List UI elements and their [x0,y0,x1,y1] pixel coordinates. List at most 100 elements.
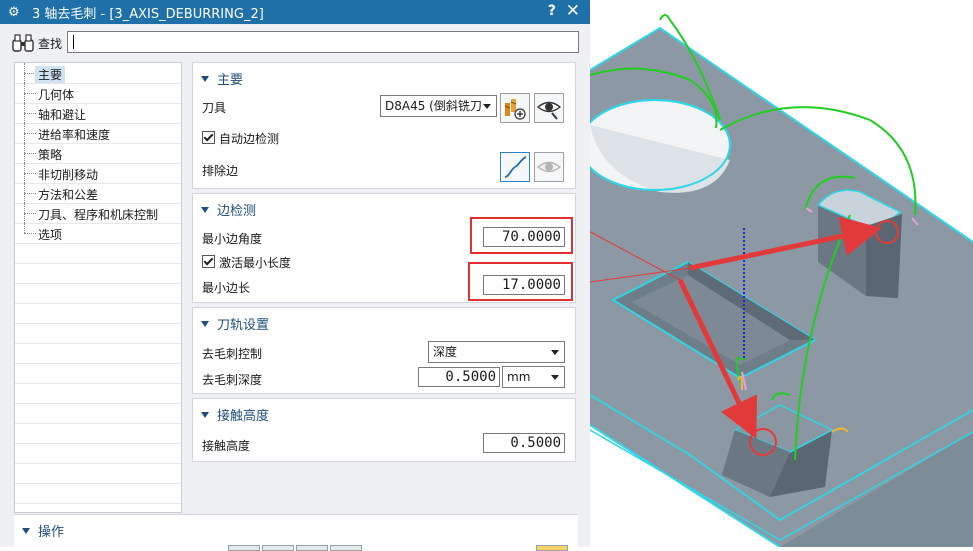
actions-title: 操作 [38,525,65,540]
auto-edge-label: 自动边检测 [219,132,280,146]
title-bar: ⚙ 3 轴去毛刺 - [3_AXIS_DEBURRING_2] ? ✕ [0,0,590,24]
min-length-label: 最小边长 [202,281,251,295]
nav-item-label: 非切削移动 [38,168,99,182]
group-contact-height: 接触高度 接触高度 0.5000 [192,398,576,462]
deburr-control-select[interactable]: 深度 [428,341,565,363]
group-edge-detection: 边检测 最小边角度 70.0000 激活最小长度 最小边长 17.0000 [192,193,576,303]
nav-item-label: 几何体 [38,88,75,102]
generate-button[interactable] [228,545,260,551]
new-tool-icon [504,99,526,120]
nav-empty-row [15,343,181,364]
nav-empty-row [15,283,181,304]
tree-branch [24,183,36,194]
deburring-dialog: ⚙ 3 轴去毛刺 - [3_AXIS_DEBURRING_2] ? ✕ 查找 主… [0,0,590,551]
verify-button[interactable] [296,545,328,551]
tree-branch [24,163,36,174]
contact-height-input[interactable]: 0.5000 [483,433,565,453]
tree-branch [24,123,36,134]
chevron-down-icon [483,104,491,109]
select-edge-button[interactable] [500,152,530,182]
group-toolpath-header[interactable]: 刀轨设置 [201,314,269,333]
group-contact-title: 接触高度 [217,409,270,424]
chevron-down-icon [551,350,559,355]
nav-item-strategy[interactable]: 策略 [15,143,181,164]
new-tool-button[interactable] [500,93,530,123]
tool-select-value: D8A45 (倒斜铣刀 [385,99,482,113]
group-edge-title: 边检测 [217,204,257,219]
activate-min-length-checkbox[interactable] [202,255,215,268]
auto-edge-checkbox[interactable] [202,131,215,144]
gear-icon: ⚙ [8,4,20,20]
nav-item-axis[interactable]: 轴和避让 [15,103,181,124]
tool-label: 刀具 [202,101,227,115]
exclude-edge-label: 排除边 [202,164,239,178]
search-label: 查找 [38,37,63,51]
part-model [590,14,973,547]
tree-branch [24,203,36,214]
deburr-control-label: 去毛刺控制 [202,347,263,361]
nav-empty-row [15,463,181,484]
nav-empty-row [15,443,181,464]
list-button[interactable] [330,545,362,551]
nav-empty-row [15,423,181,444]
nav-item-label: 进给率和速度 [38,128,111,142]
activate-min-length-label: 激活最小长度 [219,256,292,270]
highlight-box-length [468,262,573,301]
nav-empty-row [15,243,181,264]
nav-item-label: 轴和避让 [38,108,87,122]
binoculars-icon [12,34,34,52]
close-button[interactable]: ✕ [566,1,580,21]
nav-item-options[interactable]: 选项 [15,223,181,244]
help-button[interactable]: ? [548,3,556,19]
display-tool-button[interactable] [534,93,564,123]
collapse-triangle-icon [201,75,209,82]
display-edge-button[interactable] [534,152,564,182]
settings-panel: 主要 刀具 D8A45 (倒斜铣刀 自动边检测 排除边 边检测 最小边角度 70… [192,62,576,511]
tree-branch [24,223,36,234]
deburr-control-value: 深度 [433,345,458,359]
nav-empty-row [15,303,181,324]
nav-item-feeds[interactable]: 进给率和速度 [15,123,181,144]
collapse-triangle-icon [201,411,209,418]
group-toolpath-title: 刀轨设置 [217,318,270,333]
group-contact-header[interactable]: 接触高度 [201,405,269,424]
group-main: 主要 刀具 D8A45 (倒斜铣刀 自动边检测 排除边 [192,62,576,189]
tree-branch [24,103,36,114]
nav-empty-row [15,363,181,384]
navigation-tree: 主要 几何体 轴和避让 进给率和速度 策略 非切削移动 方法和公差 刀具、程序和… [14,62,182,513]
deburr-depth-input[interactable]: 0.5000 [418,367,500,387]
dialog-title: 3 轴去毛刺 - [3_AXIS_DEBURRING_2] [32,6,264,22]
text-caret [73,35,74,49]
search-input[interactable] [67,31,579,53]
group-toolpath-settings: 刀轨设置 去毛刺控制 深度 去毛刺深度 0.5000 mm [192,307,576,394]
search-row: 查找 [0,24,590,62]
confirm-button[interactable] [536,545,568,551]
nav-item-label: 选项 [38,228,63,242]
nav-item-tool-program[interactable]: 刀具、程序和机床控制 [15,203,181,224]
tree-branch [24,143,36,154]
eye-icon [536,161,562,173]
group-main-header[interactable]: 主要 [201,69,243,88]
min-angle-label: 最小边角度 [202,232,263,246]
depth-unit-select[interactable]: mm [502,366,565,388]
eye-tool-icon [536,101,562,120]
graphics-viewport[interactable] [590,0,973,547]
nav-empty-row [15,403,181,424]
tool-select[interactable]: D8A45 (倒斜铣刀 [380,95,497,117]
nav-empty-row [15,383,181,404]
curve-select-icon [504,156,527,178]
deburr-depth-label: 去毛刺深度 [202,373,263,387]
highlight-box-angle [470,217,573,254]
nav-item-label: 主要 [35,66,66,83]
nav-item-label: 策略 [38,148,63,162]
nav-item-non-cutting[interactable]: 非切削移动 [15,163,181,184]
chevron-down-icon [551,375,559,380]
nav-item-geometry[interactable]: 几何体 [15,83,181,104]
group-edge-header[interactable]: 边检测 [201,200,256,219]
nav-item-main[interactable]: 主要 [15,63,181,84]
nav-empty-row [15,263,181,284]
actions-header[interactable]: 操作 [22,521,64,540]
replay-button[interactable] [262,545,294,551]
nav-item-method[interactable]: 方法和公差 [15,183,181,204]
actions-group: 操作 [14,514,578,551]
